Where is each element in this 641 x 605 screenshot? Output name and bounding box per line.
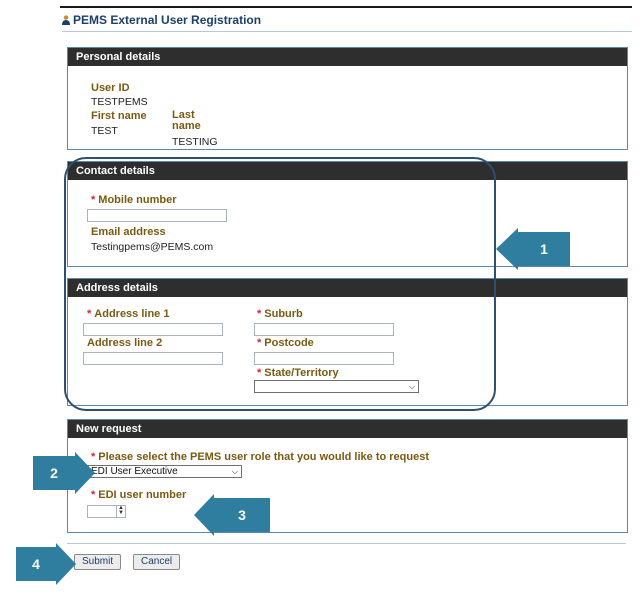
user-id-value: TESTPEMS: [91, 96, 148, 108]
role-label-text: Please select the PEMS user role that yo…: [98, 451, 429, 463]
arrow-left-icon: [496, 228, 518, 270]
personal-details-panel: Personal details User ID TESTPEMS First …: [67, 47, 628, 150]
personal-details-header: Personal details: [68, 48, 627, 66]
cancel-button[interactable]: Cancel: [133, 554, 181, 570]
user-role-select[interactable]: EDI User Executive ⌵: [87, 465, 242, 478]
role-label: * Please select the PEMS user role that y…: [91, 451, 429, 463]
first-name-value: TEST: [91, 125, 118, 137]
new-request-header: New request: [68, 420, 627, 438]
callout-4: 4: [16, 543, 76, 585]
highlight-frame: [64, 157, 496, 411]
stepper-arrows-icon[interactable]: ▲ ▼: [116, 505, 125, 517]
edi-label-text: EDI user number: [98, 489, 187, 501]
page-title-text: PEMS External User Registration: [73, 13, 262, 27]
arrow-right-icon: [56, 543, 76, 585]
callout-1: 1: [496, 228, 570, 270]
user-icon: [62, 15, 70, 25]
arrow-left-icon: [194, 494, 214, 536]
user-role-select-value: EDI User Executive: [91, 466, 178, 477]
callout-3: 3: [194, 494, 270, 536]
page-title: PEMS External User Registration: [62, 13, 261, 27]
callout-3-label: 3: [214, 498, 270, 532]
callout-2: 2: [33, 452, 95, 494]
last-name-label: Last name: [172, 109, 201, 132]
chevron-down-icon: ⌵: [231, 467, 238, 476]
title-divider: [62, 31, 632, 32]
last-name-value: TESTING: [172, 136, 218, 148]
callout-1-label: 1: [518, 232, 570, 266]
first-name-label: First name: [91, 110, 147, 122]
top-rule: [60, 6, 632, 8]
edi-user-number-stepper[interactable]: ▲ ▼: [87, 505, 126, 518]
arrow-right-icon: [75, 452, 95, 494]
actions-divider: [67, 543, 626, 544]
callout-4-label: 4: [16, 547, 56, 581]
new-request-panel: New request * Please select the PEMS user…: [67, 419, 628, 533]
edi-label: * EDI user number: [91, 489, 186, 501]
submit-button[interactable]: Submit: [74, 554, 122, 570]
callout-2-label: 2: [33, 456, 75, 490]
user-id-label: User ID: [91, 82, 130, 94]
